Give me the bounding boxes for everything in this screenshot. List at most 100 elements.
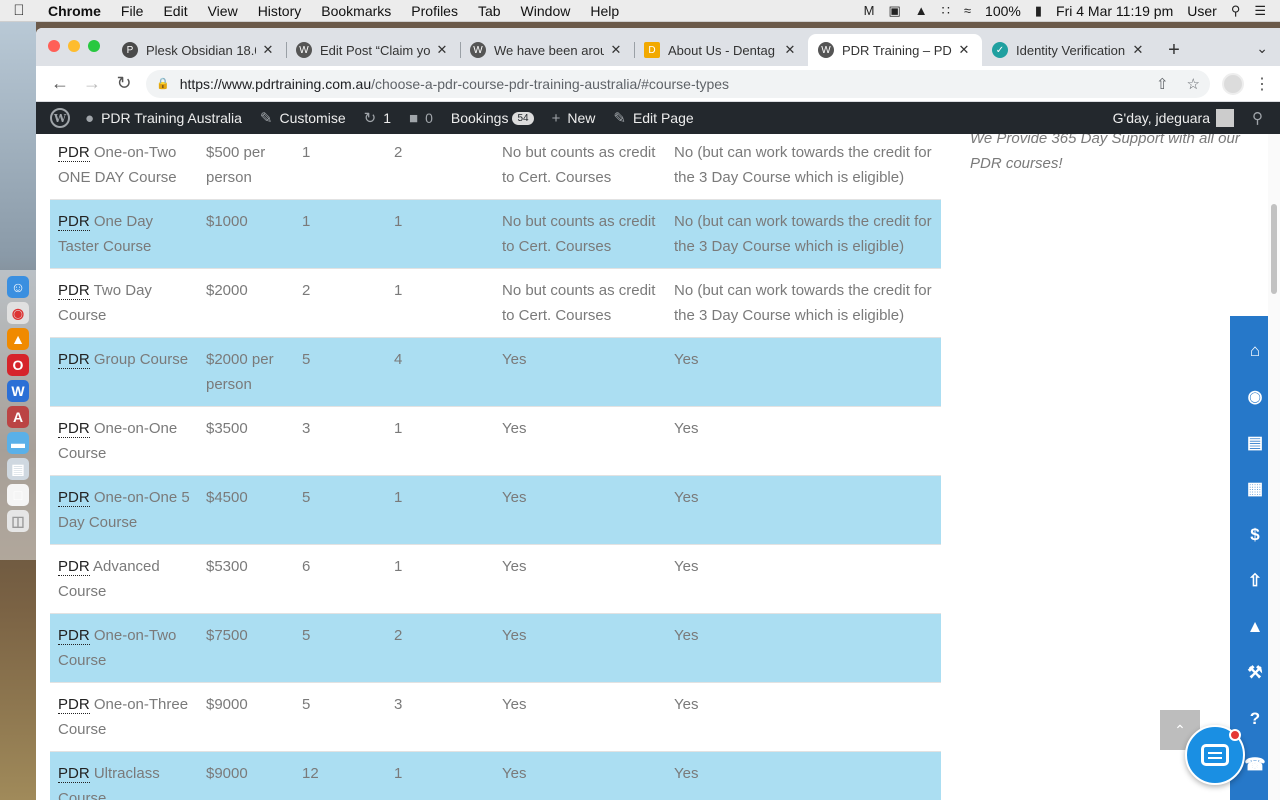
table-row: PDR Two Day Course $2000 2 1 No but counts a… xyxy=(50,269,941,338)
reload-button[interactable]: ↻ xyxy=(108,70,140,98)
bookings-link[interactable]: Bookings 54 xyxy=(442,102,543,134)
tab-about-us[interactable]: D About Us - Dentag ✕ xyxy=(634,34,808,66)
chrome-icon[interactable]: ◉ xyxy=(7,302,29,324)
tab-close-icon[interactable]: ✕ xyxy=(434,42,450,58)
browser-window: P Plesk Obsidian 18.0 ✕ W Edit Post “Cla… xyxy=(36,28,1280,800)
account-menu[interactable]: G'day, jdeguara xyxy=(1104,102,1243,134)
vlc-dock-icon[interactable]: ▲ xyxy=(7,328,29,350)
back-button[interactable]: ← xyxy=(44,70,76,98)
tab-identity-verification[interactable]: ✓ Identity Verification ✕ xyxy=(982,34,1156,66)
lock-icon[interactable]: 🔒 xyxy=(156,77,170,90)
menu-profiles[interactable]: Profiles xyxy=(401,3,468,19)
days-cell: 1 xyxy=(302,144,311,161)
wordpress-logo-button[interactable]: W xyxy=(44,102,76,134)
tab-close-icon[interactable]: ✕ xyxy=(260,42,276,58)
pdr-abbreviation[interactable]: PDR xyxy=(58,696,90,714)
pdr-abbreviation[interactable]: PDR xyxy=(58,765,90,783)
tab-pdr-training[interactable]: W PDR Training – PDR ✕ xyxy=(808,34,982,66)
tab-we-have-been[interactable]: W We have been arou ✕ xyxy=(460,34,634,66)
pdr-abbreviation[interactable]: PDR xyxy=(58,420,90,438)
battery-icon[interactable]: ▮ xyxy=(1035,3,1042,19)
pdr-abbreviation[interactable]: PDR xyxy=(58,627,90,645)
vlc-icon[interactable]: ▲ xyxy=(915,3,928,18)
updates-link[interactable]: ↻ 1 xyxy=(355,102,400,134)
chrome-menu-icon[interactable]: ⋮ xyxy=(1252,74,1272,94)
menu-chrome[interactable]: Chrome xyxy=(38,3,111,19)
tab-plesk[interactable]: P Plesk Obsidian 18.0 ✕ xyxy=(112,34,286,66)
pdr-abbreviation[interactable]: PDR xyxy=(58,282,90,300)
tab-search-chevron-icon[interactable]: ⌄ xyxy=(1256,40,1268,57)
students-cell: 2 xyxy=(394,144,403,161)
pdr-abbreviation[interactable]: PDR xyxy=(58,489,90,507)
price-cell: $5300 xyxy=(206,558,248,575)
finder-icon[interactable]: ☺ xyxy=(7,276,29,298)
tab-label: Identity Verification xyxy=(1016,42,1126,58)
minimize-window-icon[interactable] xyxy=(68,40,80,52)
new-content-link[interactable]: + New xyxy=(543,102,605,134)
malwarebytes-icon[interactable]: M xyxy=(864,3,875,18)
menu-window[interactable]: Window xyxy=(511,3,581,19)
pdr-abbreviation[interactable]: PDR xyxy=(58,558,90,576)
clock[interactable]: Fri 4 Mar 11:19 pm xyxy=(1056,3,1173,19)
trash-icon[interactable]: ◫ xyxy=(7,510,29,532)
chat-widget-button[interactable] xyxy=(1185,725,1245,785)
scrollbar-thumb[interactable] xyxy=(1271,204,1277,294)
profile-avatar-button[interactable] xyxy=(1222,72,1244,95)
spotlight-search-icon[interactable]: ⚲ xyxy=(1231,3,1241,19)
admin-search-icon[interactable]: ⚲ xyxy=(1243,102,1272,134)
new-label: New xyxy=(567,110,596,126)
comments-link[interactable]: ■ 0 xyxy=(400,102,442,134)
menu-help[interactable]: Help xyxy=(580,3,629,19)
menu-edit[interactable]: Edit xyxy=(153,3,197,19)
menu-bookmarks[interactable]: Bookmarks xyxy=(311,3,401,19)
funding-cell: No (but can work towards the credit for … xyxy=(666,199,941,269)
new-tab-button[interactable]: + xyxy=(1156,34,1192,66)
price-cell: $7500 xyxy=(198,613,294,683)
menu-file[interactable]: File xyxy=(111,3,154,19)
menu-history[interactable]: History xyxy=(248,3,312,19)
pdr-abbreviation[interactable]: PDR xyxy=(58,213,90,231)
tab-label: About Us - Dentag xyxy=(668,42,775,58)
bluetooth-icon[interactable]: ∷ xyxy=(942,3,950,19)
apple-menu-icon[interactable]:  xyxy=(0,2,38,19)
table-row: PDR One-on-Two Course $7500 5 2 Yes Yes xyxy=(50,613,941,683)
address-bar[interactable]: 🔒 https://www.pdrtraining.com.au/choose-… xyxy=(146,69,1210,98)
notification-center-icon[interactable]: ☰ xyxy=(1254,3,1266,19)
tab-edit-post[interactable]: W Edit Post “Claim yo ✕ xyxy=(286,34,460,66)
tab-close-icon[interactable]: ✕ xyxy=(608,42,624,58)
tab-close-icon[interactable]: ✕ xyxy=(956,42,972,58)
menu-view[interactable]: View xyxy=(198,3,248,19)
pdr-abbreviation[interactable]: PDR xyxy=(58,144,90,162)
pdr-abbreviation[interactable]: PDR xyxy=(58,351,90,369)
share-icon[interactable]: ⇧ xyxy=(1156,75,1169,93)
status-app-icon[interactable]: ▣ xyxy=(888,3,900,19)
funding-cell: Yes xyxy=(666,475,941,545)
word-icon[interactable]: W xyxy=(7,380,29,402)
menu-tab[interactable]: Tab xyxy=(468,3,511,19)
dentag-favicon-icon: D xyxy=(644,42,660,58)
wifi-icon[interactable]: ≈ xyxy=(964,3,971,18)
documents-stack-icon[interactable]: ▤ xyxy=(7,458,29,480)
price-cell: $2000 per person xyxy=(198,337,294,407)
page-scrollbar[interactable] xyxy=(1268,134,1280,800)
file-icon[interactable]: □ xyxy=(7,484,29,506)
close-window-icon[interactable] xyxy=(48,40,60,52)
edit-page-link[interactable]: ✎ Edit Page xyxy=(604,102,702,134)
tab-close-icon[interactable]: ✕ xyxy=(782,42,798,58)
maximize-window-icon[interactable] xyxy=(88,40,100,52)
price-cell: $2000 xyxy=(206,282,248,299)
site-name-link[interactable]: ● PDR Training Australia xyxy=(76,102,251,134)
tab-close-icon[interactable]: ✕ xyxy=(1130,42,1146,58)
folder-icon[interactable]: ▬ xyxy=(7,432,29,454)
forward-button[interactable]: → xyxy=(76,70,108,98)
opera-icon[interactable]: O xyxy=(7,354,29,376)
bookmark-star-icon[interactable]: ☆ xyxy=(1187,75,1200,93)
user-menu[interactable]: User xyxy=(1187,3,1217,19)
days-cell: 12 xyxy=(294,751,386,800)
students-cell: 1 xyxy=(394,558,403,575)
dictionary-icon[interactable]: A xyxy=(7,406,29,428)
customise-link[interactable]: ✎ Customise xyxy=(251,102,355,134)
dock: ☺ ◉ ▲ O W A ▬ ▤ □ ◫ xyxy=(0,270,36,560)
students-cell: 4 xyxy=(386,337,494,407)
certificate-cell: Yes xyxy=(502,696,527,713)
